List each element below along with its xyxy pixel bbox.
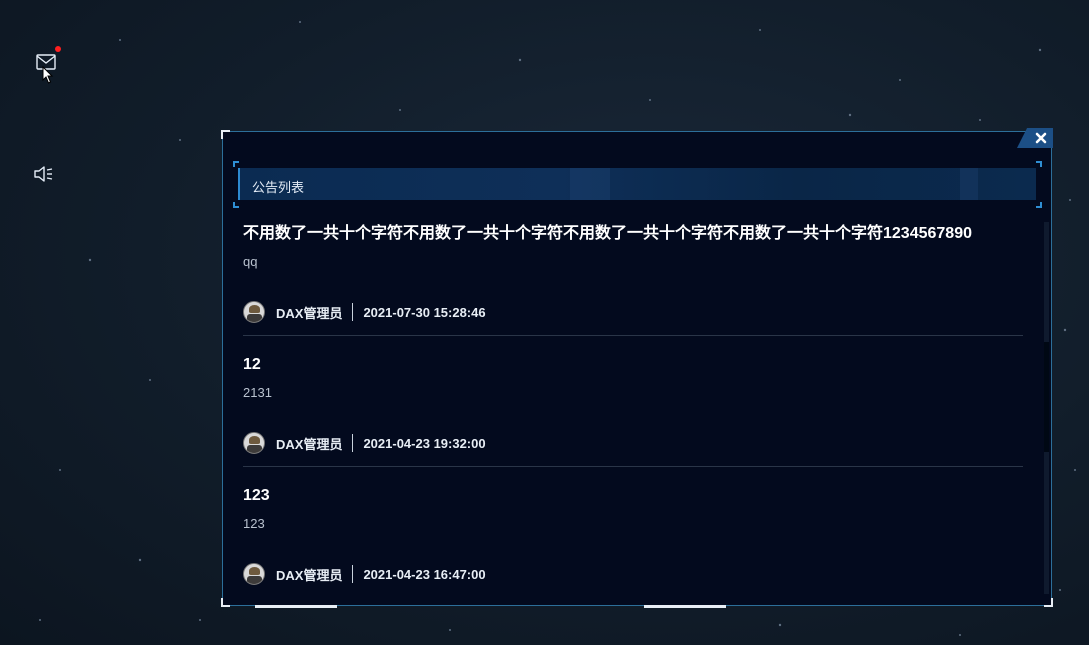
publish-time: 2021-04-23 16:47:00 (363, 566, 486, 582)
scrollbar[interactable] (1044, 222, 1049, 594)
announcement-body: 123 (243, 516, 265, 531)
frame-corner (1044, 598, 1053, 607)
scrollbar-thumb[interactable] (1044, 342, 1049, 452)
announcement-list: 不用数了一共十个字符不用数了一共十个字符不用数了一共十个字符不用数了一共十个字符… (243, 224, 1023, 597)
avatar (243, 563, 265, 585)
unread-badge-dot (55, 46, 61, 52)
speaker-icon (34, 166, 53, 182)
frame-corner (221, 130, 230, 139)
avatar (243, 301, 265, 323)
announcement-meta: DAX管理员 2021-04-23 19:32:00 (243, 429, 1023, 457)
publish-time: 2021-04-23 19:32:00 (363, 435, 486, 451)
announcement-meta: DAX管理员 2021-04-23 16:47:00 (243, 560, 1023, 588)
title-bar-decoration (960, 168, 978, 200)
title-bar-decoration (570, 168, 610, 200)
frame-corner (1036, 161, 1042, 167)
author-name: DAX管理员 (276, 305, 343, 321)
title-frame: 公告列表 (233, 161, 1042, 208)
frame-corner (233, 202, 239, 208)
bottom-decoration (644, 605, 726, 608)
announcement-title: 不用数了一共十个字符不用数了一共十个字符不用数了一共十个字符不用数了一共十个字符… (243, 225, 972, 242)
mouse-cursor-icon (42, 66, 54, 84)
announcement-body: 2131 (243, 385, 272, 400)
speaker-button[interactable] (32, 162, 56, 186)
announcement-item[interactable]: 12 2131 DAX管理员 2021-04-23 19:32:00 (243, 336, 1023, 467)
divider (352, 565, 354, 583)
announcement-title: 12 (243, 356, 261, 373)
announcement-dialog: 公告列表 不用数了一共十个字符不用数了一共十个字符不用数了一共十个字符不用数了一… (221, 128, 1053, 608)
close-button[interactable] (1017, 128, 1053, 148)
avatar (243, 432, 265, 454)
frame-corner (1036, 202, 1042, 208)
author-name: DAX管理员 (276, 567, 343, 583)
title-bar: 公告列表 (238, 168, 1036, 200)
frame-corner (221, 598, 230, 607)
announcement-title: 123 (243, 487, 270, 504)
close-icon (1035, 132, 1047, 144)
announcement-meta: DAX管理员 2021-07-30 15:28:46 (243, 298, 1023, 326)
divider (352, 303, 354, 321)
bottom-decoration (255, 605, 337, 608)
dialog-title: 公告列表 (252, 180, 305, 195)
announcement-item[interactable]: 不用数了一共十个字符不用数了一共十个字符不用数了一共十个字符不用数了一共十个字符… (243, 224, 1023, 336)
divider (352, 434, 354, 452)
author-name: DAX管理员 (276, 436, 343, 452)
publish-time: 2021-07-30 15:28:46 (363, 304, 486, 320)
frame-corner (233, 161, 239, 167)
announcement-item[interactable]: 123 123 DAX管理员 2021-04-23 16:47:00 (243, 467, 1023, 588)
announcement-body: qq (243, 254, 258, 269)
